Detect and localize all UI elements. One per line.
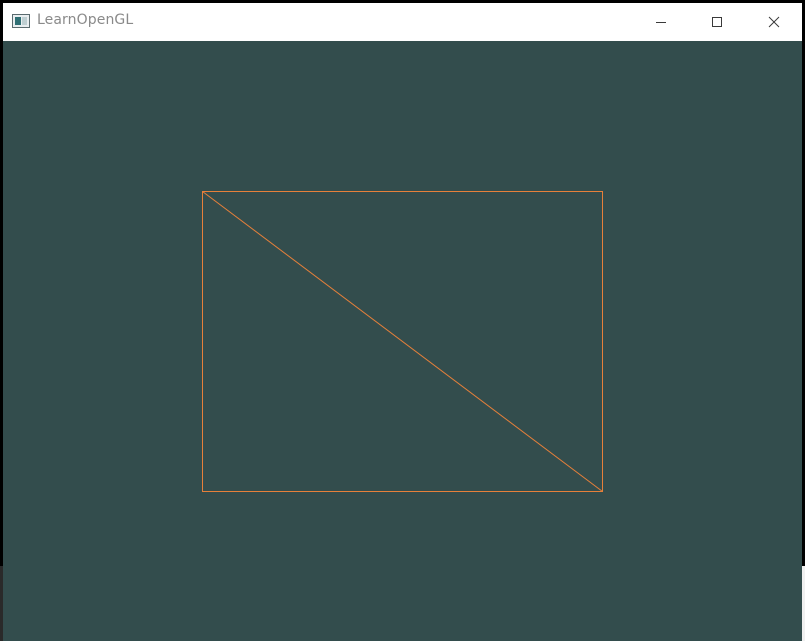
title-bar[interactable]: LearnOpenGL (3, 3, 802, 41)
close-button[interactable] (745, 3, 803, 41)
window-title: LearnOpenGL (37, 12, 134, 28)
render-canvas (202, 191, 603, 492)
maximize-icon (712, 17, 722, 27)
close-icon (768, 16, 780, 28)
app-window-icon (12, 14, 30, 28)
maximize-button[interactable] (688, 3, 746, 41)
wireframe-diagonal (202, 191, 603, 492)
opengl-viewport[interactable] (3, 41, 802, 641)
minimize-icon (656, 22, 666, 23)
opengl-window: LearnOpenGL (0, 0, 805, 641)
minimize-button[interactable] (632, 3, 690, 41)
